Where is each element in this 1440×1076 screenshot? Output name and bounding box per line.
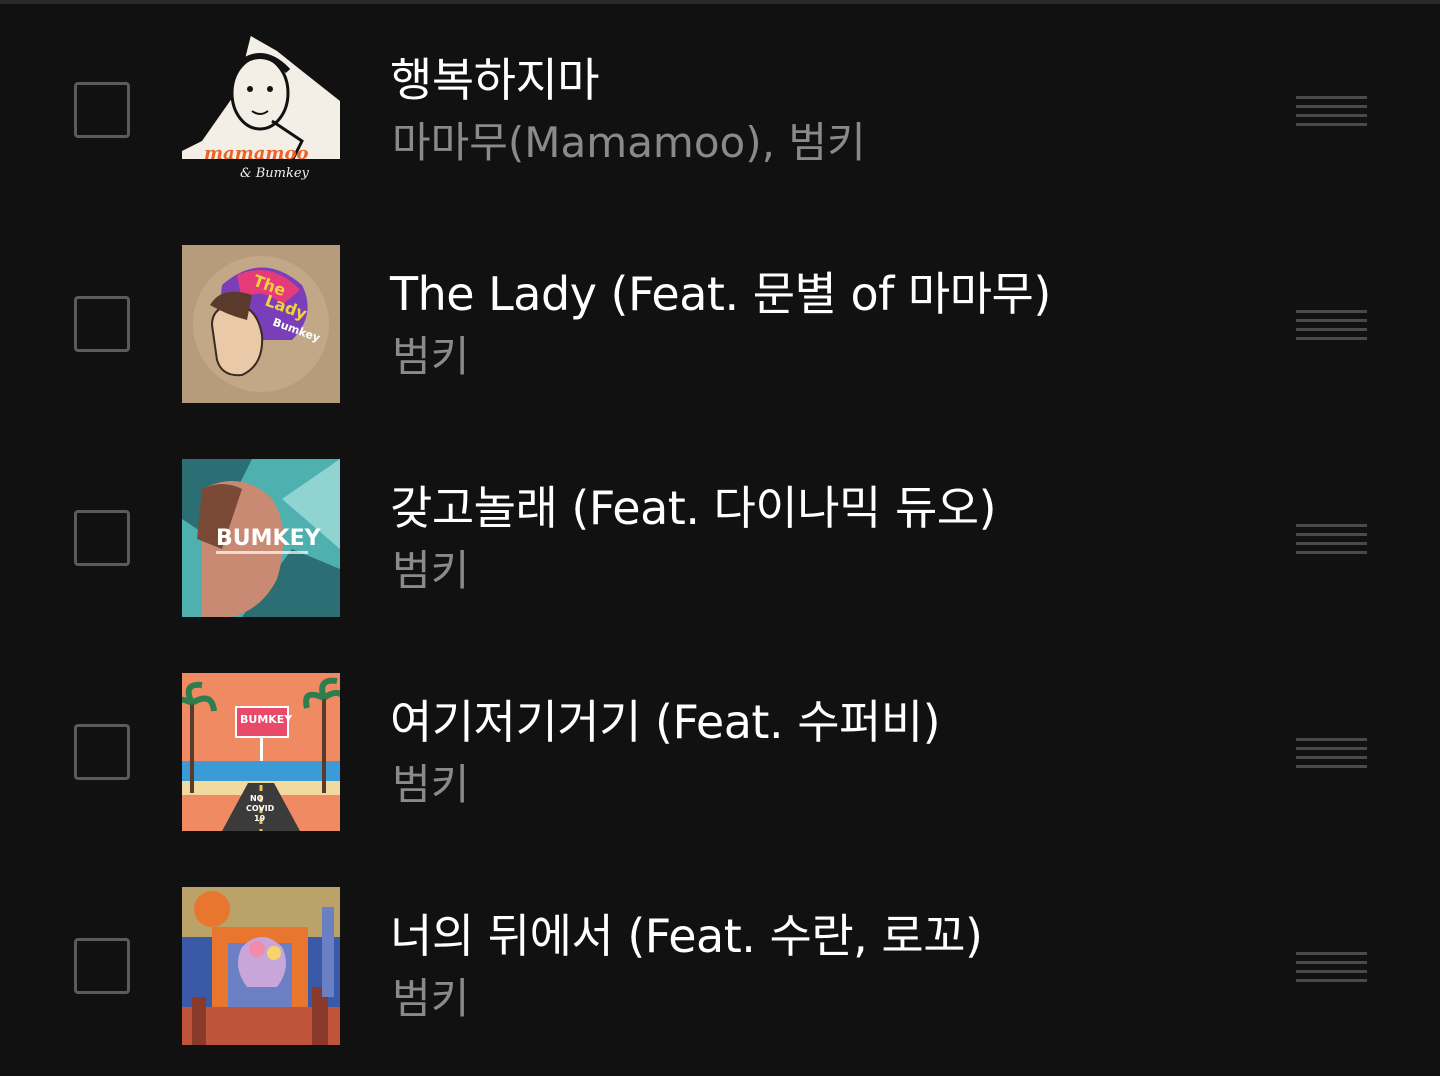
- track-row[interactable]: BUMKEY NO COVID 19 여기저기거기 (Feat. 수퍼비) 범키: [0, 642, 1440, 856]
- album-cover-bumkey-beach: BUMKEY NO COVID 19: [182, 673, 340, 831]
- drag-handle-icon[interactable]: [1296, 310, 1367, 340]
- track-title[interactable]: 갖고놀래 (Feat. 다이나믹 듀오): [390, 478, 1250, 538]
- track-row[interactable]: BUMKEY 갖고놀래 (Feat. 다이나믹 듀오) 범키: [0, 428, 1440, 642]
- cover-text: BUMKEY: [216, 526, 322, 551]
- track-select-checkbox[interactable]: [74, 82, 130, 138]
- track-row[interactable]: The Lady Bumkey The Lady (Feat. 문별 of 마마…: [0, 214, 1440, 428]
- track-title[interactable]: The Lady (Feat. 문별 of 마마무): [390, 264, 1250, 324]
- track-artist[interactable]: 범키: [392, 970, 1252, 1028]
- track-artist[interactable]: 범키: [392, 328, 1252, 386]
- drag-handle-icon[interactable]: [1296, 96, 1367, 126]
- cover-text: 19: [254, 814, 266, 823]
- track-artist[interactable]: 범키: [392, 542, 1252, 600]
- drag-handle-icon[interactable]: [1296, 952, 1367, 982]
- cover-text: BUMKEY: [240, 713, 293, 726]
- track-artist[interactable]: 마마무(Mamamoo), 범키: [392, 114, 1252, 172]
- drag-handle-icon[interactable]: [1296, 524, 1367, 554]
- album-cover-the-lady: The Lady Bumkey: [182, 245, 340, 403]
- track-row[interactable]: mamamoo & Bumkey 행복하지마 마마무(Mamamoo), 범키: [0, 0, 1440, 214]
- track-select-checkbox[interactable]: [74, 724, 130, 780]
- track-row[interactable]: 너의 뒤에서 (Feat. 수란, 로꼬) 범키: [0, 856, 1440, 1070]
- cover-text: COVID: [246, 804, 275, 813]
- cover-text: NO: [250, 794, 264, 803]
- track-title[interactable]: 여기저기거기 (Feat. 수퍼비): [390, 692, 1250, 752]
- album-cover-lalala: [182, 887, 340, 1045]
- track-select-checkbox[interactable]: [74, 938, 130, 994]
- track-artist[interactable]: 범키: [392, 756, 1252, 814]
- drag-handle-icon[interactable]: [1296, 738, 1367, 768]
- track-title[interactable]: 너의 뒤에서 (Feat. 수란, 로꼬): [390, 906, 1250, 966]
- album-cover-happy-dont: mamamoo & Bumkey: [182, 31, 340, 189]
- album-cover-bumkey-teal: BUMKEY: [182, 459, 340, 617]
- cover-text: mamamoo: [204, 143, 308, 164]
- track-title[interactable]: 행복하지마: [390, 50, 1250, 110]
- track-list: mamamoo & Bumkey 행복하지마 마마무(Mamamoo), 범키 …: [0, 0, 1440, 1076]
- track-select-checkbox[interactable]: [74, 510, 130, 566]
- track-select-checkbox[interactable]: [74, 296, 130, 352]
- cover-text: & Bumkey: [240, 166, 310, 181]
